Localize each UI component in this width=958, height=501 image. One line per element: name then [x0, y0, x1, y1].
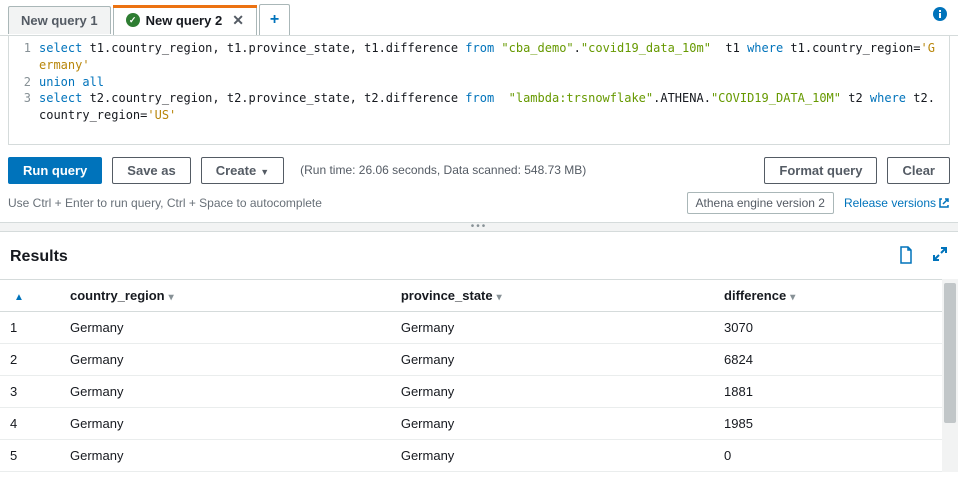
cell: Germany	[60, 407, 391, 439]
release-versions-link[interactable]: Release versions	[844, 196, 950, 210]
col-label: difference	[724, 288, 786, 303]
txt	[494, 91, 508, 105]
hint-row: Use Ctrl + Enter to run query, Ctrl + Sp…	[0, 190, 958, 222]
ident: "covid19_data_10m"	[581, 41, 711, 55]
cell: 3070	[714, 311, 958, 343]
cell: Germany	[391, 407, 714, 439]
cell: Germany	[60, 439, 391, 471]
cell: 1985	[714, 407, 958, 439]
code-area[interactable]: select t1.country_region, t1.province_st…	[39, 40, 949, 124]
txt: .	[704, 91, 711, 105]
filter-icon: ▾	[169, 292, 174, 303]
str: 'US'	[147, 108, 176, 122]
line-number: 1	[9, 40, 31, 57]
col-province-state[interactable]: province_state ▾	[391, 279, 714, 311]
cell: 6824	[714, 343, 958, 375]
sort-asc-icon: ▲	[14, 292, 24, 303]
kw: all	[82, 75, 104, 89]
tab-label: New query 1	[21, 13, 98, 28]
txt: t2.country_region, t2.province_state, t2…	[82, 91, 465, 105]
cell: 5	[0, 439, 60, 471]
runtime-text: (Run time: 26.06 seconds, Data scanned: …	[300, 163, 586, 177]
cell: Germany	[60, 311, 391, 343]
cell: 2	[0, 343, 60, 375]
line-number: 3	[9, 90, 31, 107]
engine-version-badge[interactable]: Athena engine version 2	[687, 192, 834, 214]
results-title: Results	[10, 248, 68, 266]
kw: where	[870, 91, 906, 105]
download-icon[interactable]	[898, 246, 914, 269]
check-icon: ✓	[126, 13, 140, 27]
table-row: 1GermanyGermany3070	[0, 311, 958, 343]
sql-editor[interactable]: 1 2 3 select t1.country_region, t1.provi…	[8, 36, 950, 145]
cell: 3	[0, 375, 60, 407]
cell: 4	[0, 407, 60, 439]
ident: "cba_demo"	[501, 41, 573, 55]
tab-new-query-1[interactable]: New query 1	[8, 6, 111, 34]
tab-label: New query 2	[146, 13, 223, 28]
txt: t1	[711, 41, 747, 55]
cell: Germany	[60, 343, 391, 375]
kw: select	[39, 91, 82, 105]
ident: "lambda:trsnowflake"	[509, 91, 654, 105]
table-row: 2GermanyGermany6824	[0, 343, 958, 375]
cell: 0	[714, 439, 958, 471]
action-toolbar: Run query Save as Create ▼ (Run time: 26.…	[0, 145, 958, 190]
clear-button[interactable]: Clear	[887, 157, 950, 184]
info-icon[interactable]	[932, 6, 948, 27]
col-difference[interactable]: difference ▾	[714, 279, 958, 311]
link-label: Release versions	[844, 196, 936, 210]
filter-icon: ▾	[790, 292, 795, 303]
query-tabs: New query 1 ✓ New query 2 ✕ +	[0, 0, 958, 36]
cell: Germany	[391, 375, 714, 407]
filter-icon: ▾	[497, 292, 502, 303]
cell: 1	[0, 311, 60, 343]
scrollbar[interactable]	[942, 279, 958, 472]
table-row: 5GermanyGermany0	[0, 439, 958, 471]
format-query-button[interactable]: Format query	[764, 157, 877, 184]
kw: where	[747, 41, 783, 55]
results-header: Results	[0, 232, 958, 279]
expand-icon[interactable]	[932, 246, 948, 269]
cell: Germany	[60, 375, 391, 407]
line-number: 2	[9, 74, 31, 91]
create-button[interactable]: Create ▼	[201, 157, 284, 184]
tab-new-query-2[interactable]: ✓ New query 2 ✕	[113, 5, 257, 35]
chevron-down-icon: ▼	[260, 167, 269, 177]
cell: Germany	[391, 439, 714, 471]
table-row: 4GermanyGermany1985	[0, 407, 958, 439]
scrollbar-thumb[interactable]	[944, 283, 956, 423]
kw: from	[465, 91, 494, 105]
ident: "COVID19_DATA_10M"	[711, 91, 841, 105]
external-link-icon	[938, 197, 950, 209]
shortcut-hint: Use Ctrl + Enter to run query, Ctrl + Sp…	[8, 196, 322, 210]
col-index[interactable]: ▲	[0, 279, 60, 311]
kw: union	[39, 75, 75, 89]
plus-icon: +	[270, 11, 279, 29]
kw: select	[39, 41, 82, 55]
resize-handle[interactable]: •••	[0, 222, 958, 232]
btn-label: Create	[216, 163, 256, 178]
line-gutter: 1 2 3	[9, 40, 39, 124]
results-table: ▲ country_region ▾ province_state ▾ differ…	[0, 279, 958, 472]
cell: Germany	[391, 311, 714, 343]
txt: t1.country_region, t1.province_state, t1…	[82, 41, 465, 55]
col-country-region[interactable]: country_region ▾	[60, 279, 391, 311]
kw: from	[465, 41, 494, 55]
col-label: country_region	[70, 288, 165, 303]
cell: Germany	[391, 343, 714, 375]
results-table-wrap: ▲ country_region ▾ province_state ▾ differ…	[0, 279, 958, 472]
save-as-button[interactable]: Save as	[112, 157, 190, 184]
txt: t2	[841, 91, 870, 105]
txt: t1.country_region=	[783, 41, 920, 55]
txt: ATHENA	[660, 91, 703, 105]
new-tab-button[interactable]: +	[259, 4, 290, 35]
cell: 1881	[714, 375, 958, 407]
table-row: 3GermanyGermany1881	[0, 375, 958, 407]
col-label: province_state	[401, 288, 493, 303]
txt: .	[574, 41, 581, 55]
close-icon[interactable]: ✕	[232, 12, 244, 29]
run-query-button[interactable]: Run query	[8, 157, 102, 184]
